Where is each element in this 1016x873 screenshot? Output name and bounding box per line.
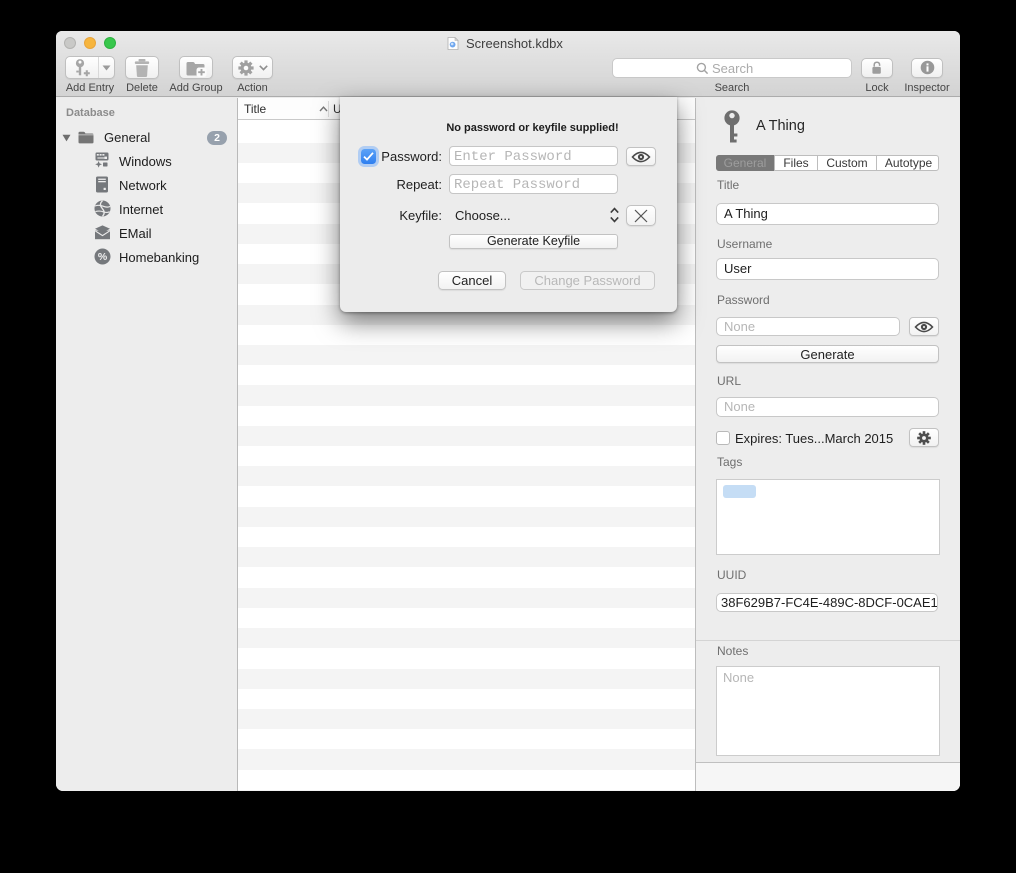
svg-text:%: %: [98, 251, 108, 263]
